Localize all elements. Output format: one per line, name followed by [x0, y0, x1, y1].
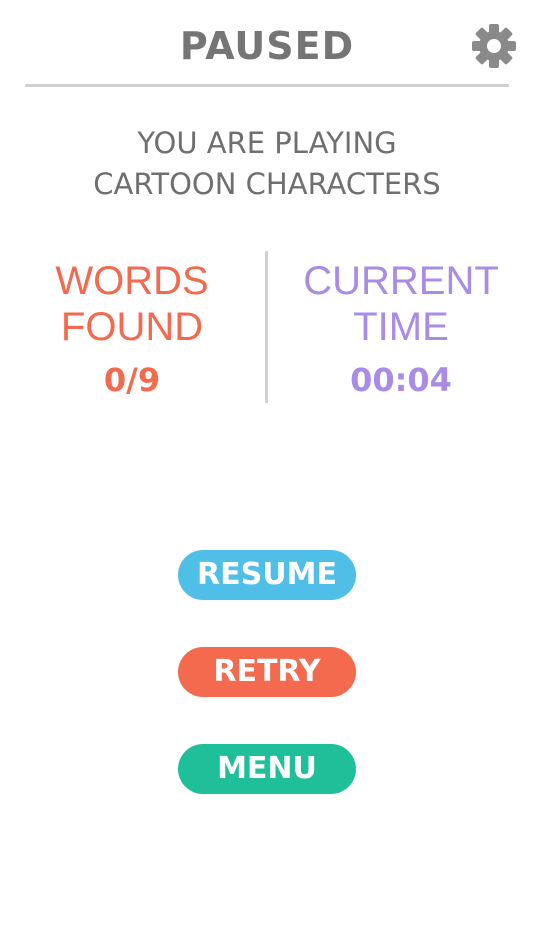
header-divider [25, 84, 509, 87]
category-subtitle: YOU ARE PLAYING CARTOON CHARACTERS [0, 123, 534, 205]
gear-icon [472, 24, 516, 68]
subtitle-line-1: YOU ARE PLAYING [137, 126, 397, 160]
current-time-stat: CURRENT TIME 00:04 [281, 258, 521, 400]
current-time-label-2: TIME [353, 305, 449, 349]
words-found-label-1: WORDS [55, 259, 209, 303]
page-title: PAUSED [179, 24, 355, 68]
words-found-stat: WORDS FOUND 0/9 [12, 258, 252, 400]
subtitle-line-2: CARTOON CHARACTERS [93, 167, 441, 201]
pause-screen: PAUSED YOU ARE PLAYING CARTOON CHARACTER… [0, 0, 534, 950]
words-found-value: 0/9 [103, 361, 161, 399]
current-time-value: 00:04 [350, 361, 452, 399]
current-time-label-1: CURRENT [303, 259, 499, 303]
settings-button[interactable] [470, 22, 518, 70]
resume-button[interactable]: RESUME [178, 550, 356, 600]
retry-button[interactable]: RETRY [178, 647, 356, 697]
stats-divider [265, 251, 268, 403]
menu-button[interactable]: MENU [178, 744, 356, 794]
words-found-label-2: FOUND [60, 305, 204, 349]
